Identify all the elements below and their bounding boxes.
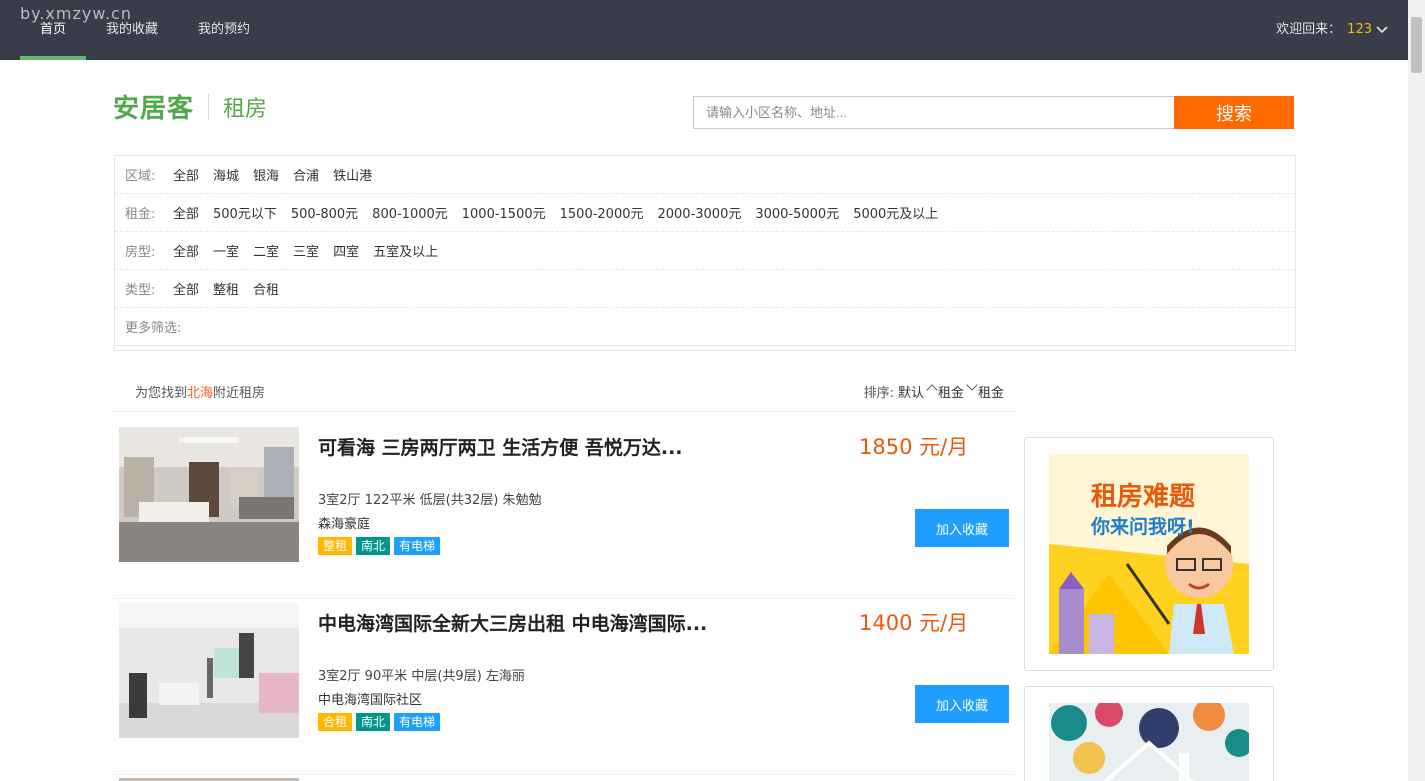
brand: 安居客 租房 (113, 88, 267, 125)
filter-label: 租金: (125, 207, 156, 222)
filter-row-more: 更多筛选: (115, 308, 1295, 346)
filter-option[interactable]: 全部 (173, 165, 199, 184)
listing-community: 森海豪庭 (318, 517, 371, 532)
filter-option[interactable]: 五室及以上 (373, 241, 438, 260)
filter-option[interactable]: 3000-5000元 (755, 203, 839, 222)
filter-panel: 区域: 全部 海城 银海 合浦 铁山港 租金: 全部 500元以下 500-80… (114, 155, 1296, 351)
listing-price: 1850 元/月 (859, 435, 969, 459)
listing-card: 可看海 三房两厅两卫 生活方便 吾悦万达... 1850 元/月 3室2厅 12… (114, 427, 1014, 599)
sort-rent-asc[interactable]: 租金 (938, 382, 964, 401)
nav-appointments[interactable]: 我的预约 (178, 0, 270, 60)
result-header: 为您找到北海附近租房 排序: 默认 租金 租金 (114, 370, 1014, 412)
filter-option[interactable]: 全部 (173, 203, 199, 222)
scrollbar-thumb[interactable] (1411, 17, 1422, 73)
result-prefix: 为您找到 (135, 386, 188, 401)
add-favorite-button[interactable]: 加入收藏 (915, 685, 1009, 723)
result-suffix: 附近租房 (213, 386, 266, 401)
filter-option[interactable]: 全部 (173, 241, 199, 260)
filter-label: 房型: (125, 245, 156, 260)
filter-option[interactable]: 整租 (213, 279, 239, 298)
filter-option[interactable]: 合租 (253, 279, 279, 298)
watermark-text: by.xmzyw.cn (20, 4, 132, 23)
filter-option[interactable]: 三室 (293, 241, 319, 260)
welcome-label: 欢迎回来： (1276, 22, 1342, 37)
filter-option[interactable]: 全部 (173, 279, 199, 298)
filter-option[interactable]: 500-800元 (291, 203, 358, 222)
listing-tags: 合租 南北 有电梯 (318, 713, 444, 731)
page-scrollbar[interactable] (1408, 0, 1425, 781)
filter-option[interactable]: 二室 (253, 241, 279, 260)
chevron-down-icon (1376, 0, 1388, 60)
filter-option[interactable]: 一室 (213, 241, 239, 260)
page: 首页 我的收藏 我的预约 by.xmzyw.cn 欢迎回来： 123 安居客 租… (0, 0, 1425, 781)
filter-option[interactable]: 合浦 (293, 165, 319, 184)
search-input[interactable] (693, 96, 1174, 129)
ad-illustration: 租房难题 你来问我呀! (1049, 454, 1249, 654)
filter-option[interactable]: 海城 (213, 165, 239, 184)
filter-option[interactable]: 800-1000元 (372, 203, 448, 222)
listing-price: 1400 元/月 (859, 611, 969, 635)
filter-label: 区域: (125, 169, 156, 184)
sort-controls: 排序: 默认 租金 租金 (860, 379, 1004, 401)
filter-option[interactable]: 500元以下 (213, 203, 277, 222)
tag-badge: 有电梯 (394, 713, 441, 731)
ad-illustration (1049, 703, 1249, 781)
top-navbar: 首页 我的收藏 我的预约 by.xmzyw.cn 欢迎回来： 123 (0, 0, 1408, 60)
listing-meta: 3室2厅 122平米 低层(共32层) 朱勉勉 (318, 493, 542, 508)
filter-option[interactable]: 四室 (333, 241, 359, 260)
listing-community: 中电海湾国际社区 (318, 693, 423, 708)
tag-badge: 南北 (356, 713, 391, 731)
tag-badge: 合租 (318, 713, 353, 731)
filter-option[interactable]: 1500-2000元 (560, 203, 644, 222)
chevron-up-icon (926, 384, 938, 396)
result-summary: 为您找到北海附近租房 (135, 382, 265, 401)
logo[interactable]: 安居客 (113, 88, 194, 125)
listing-card: 中电海湾国际全新大三房出租 中电海湾国际... 1400 元/月 3室2厅 90… (114, 603, 1014, 775)
listing-meta: 3室2厅 90平米 中层(共9层) 左海丽 (318, 669, 525, 684)
user-menu[interactable]: 欢迎回来： 123 (1276, 0, 1388, 60)
sort-rent-desc[interactable]: 租金 (978, 382, 1004, 401)
listing-photo[interactable] (119, 603, 299, 738)
tag-badge: 南北 (356, 537, 391, 555)
filter-option[interactable]: 1000-1500元 (462, 203, 546, 222)
listing-tags: 整租 南北 有电梯 (318, 537, 444, 555)
chevron-down-icon (966, 379, 978, 391)
filter-row-type: 类型: 全部 整租 合租 (115, 270, 1295, 308)
sort-label: 排序: (863, 386, 894, 401)
ad-subheadline: 你来问我呀! (1091, 516, 1195, 538)
sort-default[interactable]: 默认 (898, 382, 924, 401)
tag-badge: 整租 (318, 537, 353, 555)
filter-row-rent: 租金: 全部 500元以下 500-800元 800-1000元 1000-15… (115, 194, 1295, 232)
filter-row-room: 房型: 全部 一室 二室 三室 四室 五室及以上 (115, 232, 1295, 270)
listing-title[interactable]: 可看海 三房两厅两卫 生活方便 吾悦万达... (318, 433, 683, 460)
add-favorite-button[interactable]: 加入收藏 (915, 509, 1009, 547)
tag-badge: 有电梯 (394, 537, 441, 555)
result-city: 北海 (187, 386, 214, 401)
brand-subtitle: 租房 (223, 96, 268, 122)
filter-row-area: 区域: 全部 海城 银海 合浦 铁山港 (115, 156, 1295, 194)
search-bar: 搜索 (693, 96, 1294, 129)
ad-headline: 租房难题 (1091, 482, 1196, 512)
filter-label: 类型: (125, 283, 156, 298)
filter-option[interactable]: 铁山港 (333, 165, 372, 184)
listing-title[interactable]: 中电海湾国际全新大三房出租 中电海湾国际... (318, 609, 707, 636)
username: 123 (1347, 22, 1372, 37)
listing-photo[interactable] (119, 427, 299, 562)
filter-option[interactable]: 2000-3000元 (657, 203, 741, 222)
filter-option[interactable]: 银海 (253, 165, 279, 184)
brand-divider (208, 93, 210, 120)
search-button[interactable]: 搜索 (1174, 96, 1294, 129)
ad-banner[interactable] (1024, 686, 1274, 781)
filter-option[interactable]: 5000元及以上 (853, 203, 938, 222)
filter-label[interactable]: 更多筛选: (125, 317, 181, 336)
ad-banner[interactable]: 租房难题 你来问我呀! (1024, 437, 1274, 671)
